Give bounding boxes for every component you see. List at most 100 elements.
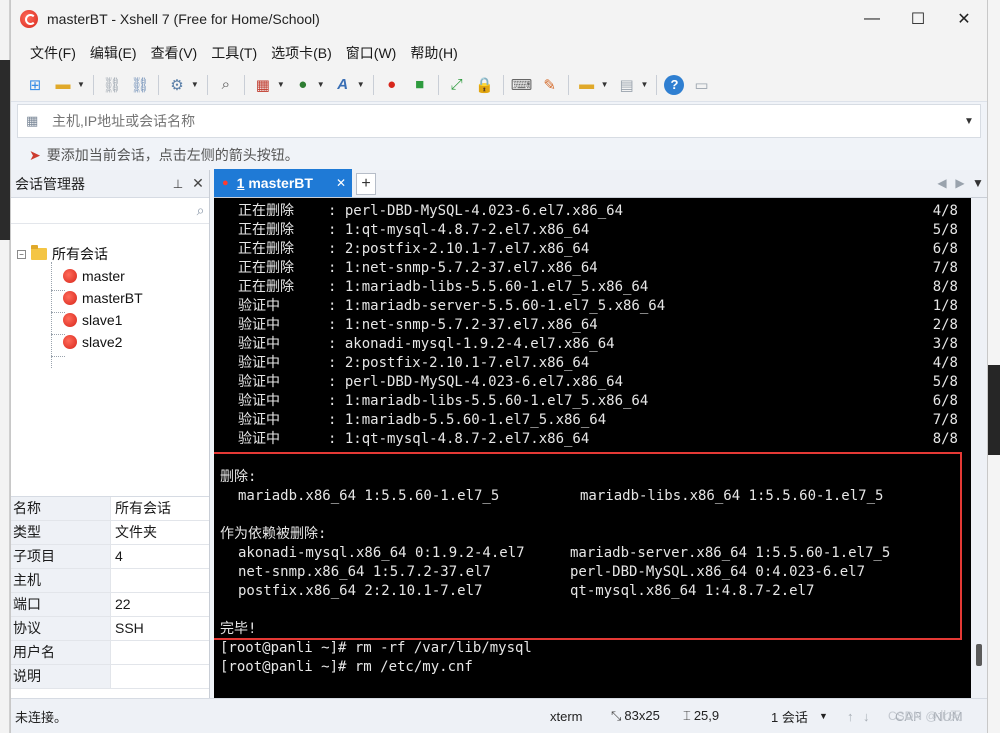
table-row: 主机	[11, 569, 209, 593]
window-title: masterBT - Xshell 7 (Free for Home/Schoo…	[47, 11, 320, 27]
lock-icon[interactable]: 🔒	[474, 74, 496, 96]
properties-table: 名称 所有会话 类型 文件夹 子项目 4 主机 端口 22 协议 SSH 用户名 说明	[11, 496, 209, 689]
chevron-down-icon[interactable]: ▼	[277, 80, 285, 89]
terminal-line: 正在删除: perl-DBD-MySQL-4.023-6.el7.x86_64 4…	[220, 202, 971, 221]
terminal-line: 验证中: 1:mariadb-server-5.5.60-1.el7_5.x86…	[220, 297, 971, 316]
minimize-button[interactable]: —	[849, 0, 895, 38]
collapse-icon[interactable]: −	[17, 249, 26, 259]
chevron-left-icon[interactable]: ◀	[933, 176, 951, 190]
dependency-package: perl-DBD-MySQL.x86_64 0:4.023-6.el7	[570, 564, 866, 580]
property-value: 4	[111, 545, 209, 568]
add-folder-icon[interactable]: ▬	[576, 74, 598, 96]
terminal-output[interactable]: 正在删除: perl-DBD-MySQL-4.023-6.el7.x86_64 4…	[214, 198, 971, 698]
close-icon[interactable]: ✕	[336, 176, 346, 190]
chat-icon[interactable]: ▭	[690, 74, 712, 96]
toolbar-separator	[656, 74, 658, 95]
menu-view[interactable]: 查看(V)	[144, 43, 205, 63]
xshell-icon[interactable]: ●	[381, 74, 403, 96]
chevron-down-icon[interactable]: ▼	[969, 176, 987, 190]
arrow-down-icon[interactable]: ↓	[863, 709, 870, 724]
removed-package: mariadb-libs.x86_64 1:5.5.60-1.el7_5	[580, 488, 884, 504]
watermark-text: CSDN @北天	[888, 709, 962, 723]
add-tab-button[interactable]: +	[356, 173, 376, 195]
search-icon[interactable]: ⌕	[192, 202, 209, 219]
xshell-window: masterBT - Xshell 7 (Free for Home/Schoo…	[10, 0, 988, 733]
property-key: 端口	[11, 593, 111, 616]
layout-icon[interactable]: ▦	[252, 74, 274, 96]
toolbar-separator	[502, 74, 504, 95]
highlight-icon[interactable]: ✎	[539, 74, 561, 96]
tab-navigation: ◀ ▶ ▼	[933, 169, 987, 197]
scrollbar-thumb[interactable]	[976, 644, 982, 666]
session-search-input[interactable]	[15, 199, 192, 222]
keyboard-icon[interactable]: ⌨	[511, 74, 533, 96]
erase-action: 验证中	[238, 336, 280, 352]
command-line: [root@panli ~]# rm /etc/my.cnf	[220, 659, 473, 675]
property-value: 文件夹	[111, 521, 209, 544]
properties-icon[interactable]: ⚙	[166, 74, 188, 96]
chevron-down-icon[interactable]: ▼	[641, 80, 649, 89]
chevron-down-icon[interactable]: ▼	[819, 711, 828, 721]
chevron-down-icon[interactable]: ▼	[191, 80, 199, 89]
table-row: 协议 SSH	[11, 617, 209, 641]
property-key: 类型	[11, 521, 111, 544]
chevron-down-icon[interactable]: ▼	[77, 80, 85, 89]
chevron-down-icon[interactable]: ▼	[357, 80, 365, 89]
host-address-input[interactable]	[52, 113, 958, 129]
tree-item-all-sessions[interactable]: − 所有会话	[11, 243, 209, 265]
chevron-down-icon[interactable]: ▼	[958, 116, 980, 127]
close-button[interactable]: ✕	[941, 0, 987, 38]
find-icon[interactable]: ⌕	[215, 74, 237, 96]
address-book-icon[interactable]: ▦	[26, 113, 42, 129]
tree-item-label: master	[82, 268, 125, 284]
erase-package: : 2:postfix-2.10.1-7.el7.x86_64	[328, 241, 590, 257]
toolbar-separator	[437, 74, 439, 95]
menu-tools[interactable]: 工具(T)	[204, 43, 264, 63]
tree-item-label: slave1	[82, 312, 123, 328]
tree-item-slave2[interactable]: slave2	[11, 331, 209, 353]
menu-window[interactable]: 窗口(W)	[339, 43, 404, 63]
arrow-up-icon[interactable]: ↑	[847, 709, 854, 724]
menu-edit[interactable]: 编辑(E)	[83, 43, 144, 63]
pin-icon[interactable]: ⊥	[169, 177, 187, 191]
menu-file[interactable]: 文件(F)	[23, 43, 83, 63]
disconnect-icon[interactable]: ⛓	[101, 74, 123, 96]
terminal-line: 验证中: 1:qt-mysql-4.8.7-2.el7.x86_64 8/8	[220, 430, 971, 449]
fullscreen-icon[interactable]: ⤢	[446, 74, 468, 96]
tab-masterbt[interactable]: ● 1 masterBT ✕	[214, 169, 352, 197]
close-icon[interactable]: ✕	[187, 175, 209, 192]
dependency-package: akonadi-mysql.x86_64 0:1.9.2-4.el7	[238, 545, 525, 561]
menu-help[interactable]: 帮助(H)	[403, 43, 464, 63]
erase-package: : 1:qt-mysql-4.8.7-2.el7.x86_64	[328, 431, 590, 447]
arrow-bookmark-icon[interactable]: ➤	[29, 147, 41, 164]
menu-tabs[interactable]: 选项卡(B)	[264, 43, 339, 63]
open-folder-icon[interactable]: ▬	[52, 74, 74, 96]
chevron-right-icon[interactable]: ▶	[951, 176, 969, 190]
erase-progress: 5/8	[932, 222, 958, 238]
new-session-icon[interactable]: ⊞	[24, 74, 46, 96]
tree-item-slave1[interactable]: slave1	[11, 309, 209, 331]
vertical-scrollbar[interactable]	[971, 198, 987, 698]
font-icon[interactable]: A	[332, 74, 354, 96]
toolbar-separator	[567, 74, 569, 95]
chevron-down-icon[interactable]: ▼	[317, 80, 325, 89]
tree-item-masterbt[interactable]: masterBT	[11, 287, 209, 309]
title-bar[interactable]: masterBT - Xshell 7 (Free for Home/Schoo…	[11, 0, 987, 38]
erase-progress: 5/8	[932, 374, 958, 390]
session-hint-bar: ➤ 要添加当前会话，点击左侧的箭头按钮。	[11, 138, 987, 172]
table-row: 类型 文件夹	[11, 521, 209, 545]
maximize-button[interactable]: ☐	[895, 0, 941, 38]
globe-icon[interactable]: ●	[292, 74, 314, 96]
tree-item-master[interactable]: master	[11, 265, 209, 287]
erase-action: 正在删除	[238, 222, 294, 238]
help-icon[interactable]: ?	[664, 74, 685, 95]
reconnect-icon[interactable]: ⛓	[129, 74, 151, 96]
session-manager: 会话管理器 ⊥ ✕ ⌕ − 所有会话 master masterBT slave…	[11, 170, 210, 698]
chevron-down-icon[interactable]: ▼	[601, 80, 609, 89]
tile-icon[interactable]: ▤	[616, 74, 638, 96]
erase-progress: 6/8	[932, 241, 958, 257]
xftp-icon[interactable]: ■	[409, 74, 431, 96]
terminal-line: 正在删除: 1:qt-mysql-4.8.7-2.el7.x86_64 5/8	[220, 221, 971, 240]
terminal-line: 正在删除: 1:net-snmp-5.7.2-37.el7.x86_64 7/8	[220, 259, 971, 278]
